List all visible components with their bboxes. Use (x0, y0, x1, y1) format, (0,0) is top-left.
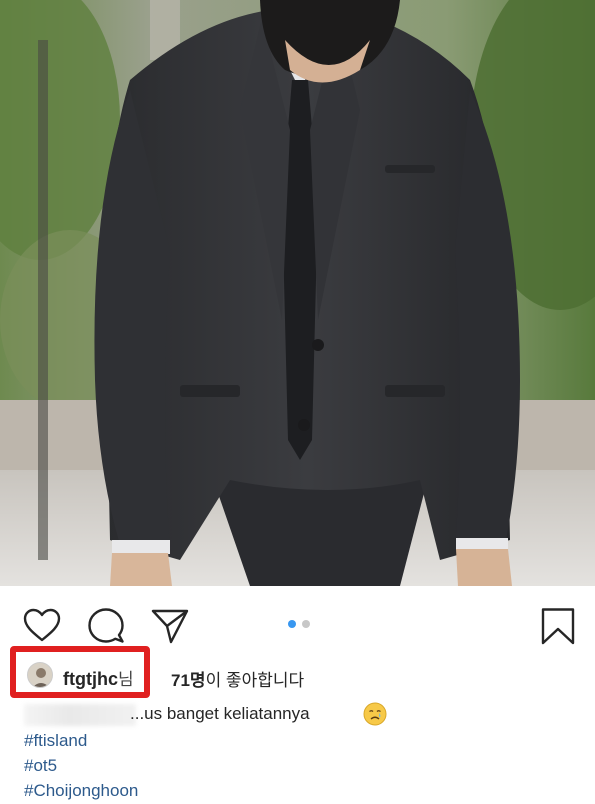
post-caption: ...us banget keliatannya (0, 700, 595, 730)
hashtag-link[interactable]: #ftisland (24, 728, 424, 753)
photo-illustration (0, 0, 595, 586)
crying-face-emoji-icon (363, 702, 387, 726)
likes-count[interactable]: 71명 (171, 671, 206, 690)
avatar[interactable] (27, 662, 53, 688)
heart-icon[interactable] (22, 606, 62, 646)
username-text[interactable]: ftgtjhc (63, 669, 118, 689)
comment-bubble-icon[interactable] (86, 606, 126, 646)
username-honorific: 님 (117, 670, 134, 689)
username-link[interactable]: ftgtjhc님 (63, 665, 134, 690)
carousel-indicator (288, 620, 318, 630)
caption-redacted-region (24, 704, 136, 726)
hashtag-list: #ftisland #ot5 #Choijonghoon (24, 728, 424, 803)
carousel-dot-inactive (302, 620, 310, 628)
bookmark-icon[interactable] (538, 606, 578, 646)
hashtag-link[interactable]: #Choijonghoon (24, 778, 424, 803)
carousel-dot-active (288, 620, 296, 628)
likes-summary[interactable]: 71명이 좋아합니다 (171, 666, 304, 691)
paper-plane-icon[interactable] (150, 606, 190, 646)
post-meta-row: ftgtjhc님 71명이 좋아합니다 (0, 646, 595, 698)
instagram-post: ftgtjhc님 71명이 좋아합니다 ...us banget keliata… (0, 0, 595, 804)
likes-suffix: 이 좋아합니다 (205, 671, 305, 690)
post-photo[interactable] (0, 0, 595, 586)
hashtag-link[interactable]: #ot5 (24, 753, 424, 778)
caption-text: ...us banget keliatannya (130, 704, 310, 723)
